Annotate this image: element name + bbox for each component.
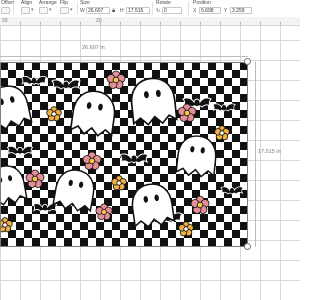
ruler-tick [200,22,201,25]
width-letter: W [80,8,85,14]
ruler-tick [80,22,81,25]
toolbar-divider [13,2,14,15]
ruler-tick [280,22,281,25]
chevron-down-icon[interactable]: ▾ [70,7,73,14]
edit-toolbar: Offset Align ▾ Arrange ▾ Flip ▾ Size W 2… [0,0,300,18]
y-position-input[interactable]: 3.259 [230,7,252,14]
rotate-icon: ↻ [156,8,161,14]
arrange-label: Arrange [39,0,57,6]
ruler-tick [160,22,161,25]
x-letter: X [193,8,197,14]
y-letter: Y [224,8,228,14]
toolbar-divider [188,2,189,15]
lock-icon[interactable]: 🔒︎ [112,8,115,14]
chevron-down-icon[interactable]: ▾ [31,7,34,14]
resize-handle[interactable] [244,243,251,250]
rotate-input[interactable]: 0 [162,7,182,14]
ruler-tick [220,22,221,25]
x-position-input[interactable]: 5.698 [199,7,221,14]
ruler-tick [120,22,121,25]
height-letter: H [120,8,124,14]
offset-button[interactable] [1,7,10,14]
height-dimension-line [255,62,256,247]
position-label: Position [193,0,211,6]
chevron-down-icon[interactable]: ▾ [49,7,52,14]
ruler-tick [20,22,21,25]
height-input[interactable]: 17.515 [126,7,150,14]
ruler-tick [60,22,61,25]
width-dimension-label: 26.607 in [82,45,105,51]
toolbar-divider [152,2,153,15]
width-dimension-line [0,56,248,57]
selection-bounding-box[interactable] [0,62,248,247]
ruler-tick [180,22,181,25]
ruler-tick [240,22,241,25]
toolbar-divider [77,2,78,15]
arrange-button[interactable] [39,7,48,14]
flip-label: Flip [60,0,69,6]
ruler-tick [40,22,41,25]
rotate-label: Rotate [156,0,171,6]
height-dimension-label: 17.515 in [258,149,281,155]
ruler-label: 20 [2,18,8,24]
align-button[interactable] [21,7,30,14]
align-label: Align [21,0,33,6]
flip-button[interactable] [60,7,69,14]
size-label: Size [80,0,90,6]
resize-handle[interactable] [244,58,251,65]
top-ruler: 20 20 [0,17,300,26]
ruler-tick [140,22,141,25]
ruler-tick [100,22,101,25]
ruler-tick [260,22,261,25]
width-input[interactable]: 26.607 [86,7,110,14]
